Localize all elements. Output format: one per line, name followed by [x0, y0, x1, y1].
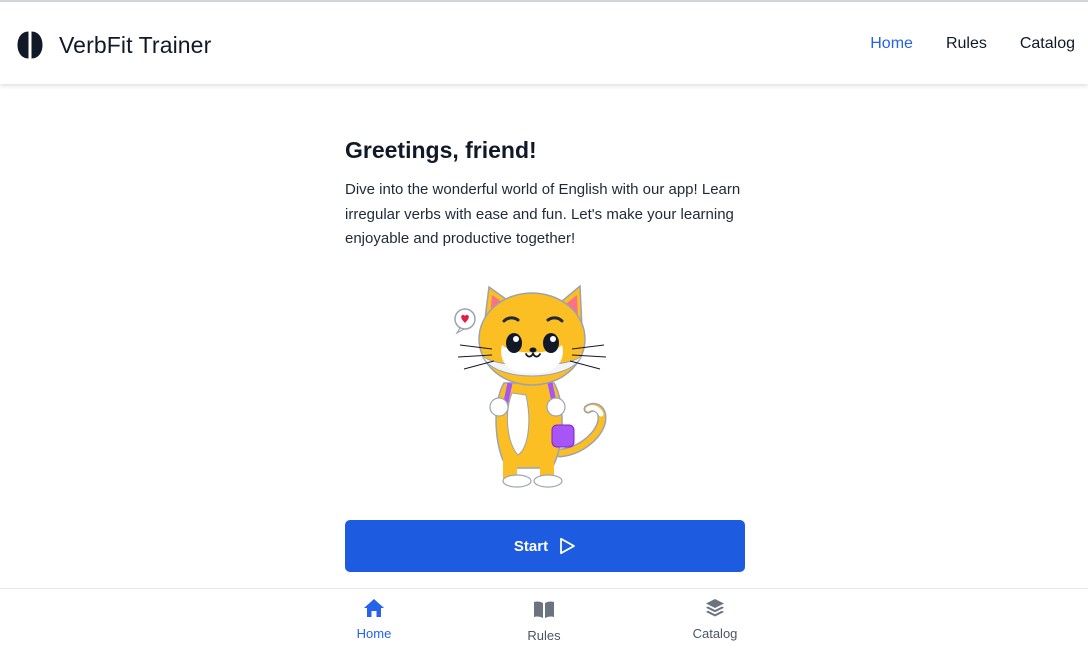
page-title: Greetings, friend! [345, 137, 537, 163]
top-nav: Home Rules Catalog [837, 35, 1075, 53]
nav-home-link[interactable]: Home [870, 35, 913, 53]
heart-bubble-icon [454, 308, 476, 335]
layers-icon [704, 597, 726, 619]
play-icon [558, 537, 576, 555]
welcome-section: Greetings, friend! Dive into the wonderf… [345, 137, 745, 252]
tab-catalog[interactable]: Catalog [665, 597, 765, 641]
tab-home[interactable]: Home [324, 597, 424, 641]
brain-icon [16, 30, 44, 60]
book-icon [533, 599, 555, 621]
tab-rules-label: Rules [527, 628, 561, 643]
tab-home-label: Home [356, 626, 392, 641]
intro-text: Dive into the wonderful world of English… [345, 181, 741, 247]
app-title: VerbFit Trainer [59, 31, 212, 58]
start-button-label: Start [513, 537, 549, 555]
bottom-tab-bar: Home Rules Catalog [0, 588, 1088, 653]
top-navbar: VerbFit Trainer Home Rules Catalog [0, 0, 1088, 84]
house-icon [363, 597, 385, 619]
tab-catalog-label: Catalog [692, 626, 738, 641]
tab-rules[interactable]: Rules [494, 599, 594, 643]
nav-catalog-link[interactable]: Catalog [1020, 35, 1075, 53]
nav-rules-link[interactable]: Rules [946, 35, 987, 53]
start-button[interactable]: Start [345, 520, 745, 572]
cat-mascot-illustration [452, 283, 612, 489]
brand[interactable]: VerbFit Trainer [16, 29, 211, 61]
